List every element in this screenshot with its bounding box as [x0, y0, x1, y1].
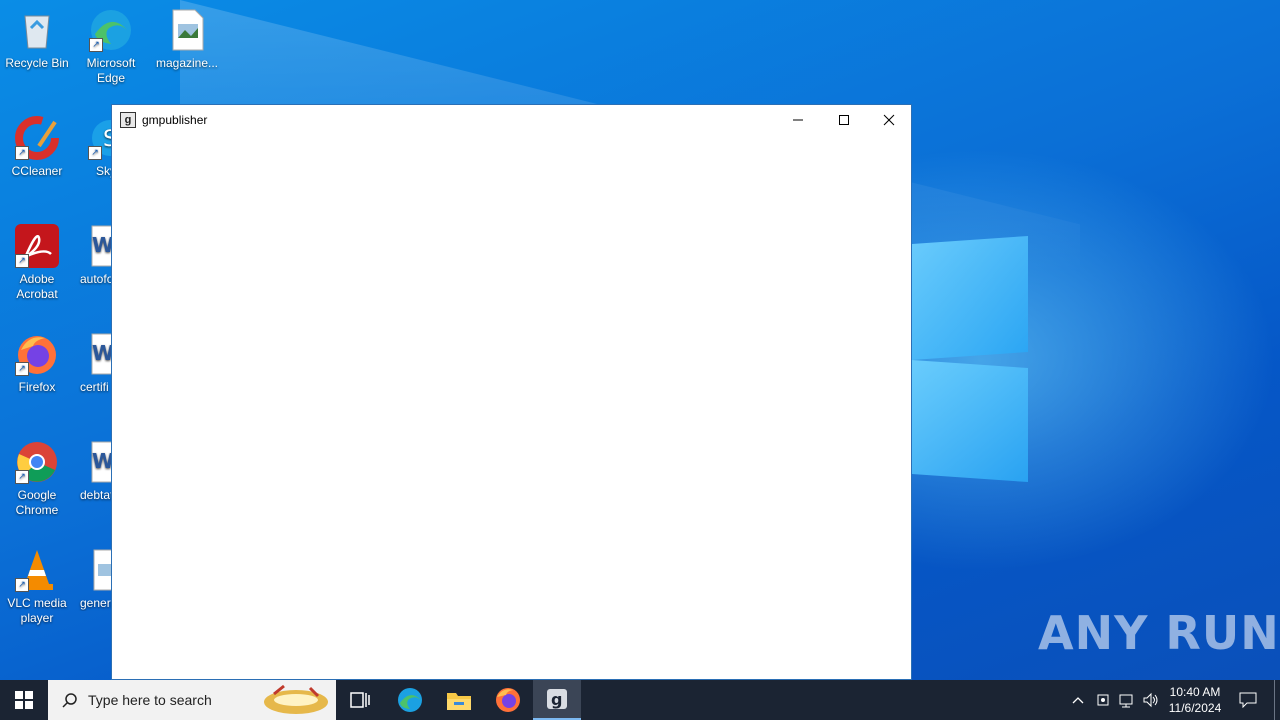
image-file-icon [88, 548, 112, 592]
tray-device-icon [1097, 694, 1109, 706]
show-desktop-button[interactable] [1274, 680, 1275, 720]
desktop-icon-label: Google Chrome [15, 488, 59, 517]
desktop-icon-google-chrome[interactable]: ↗ Google Chrome [0, 440, 74, 518]
minimize-button[interactable] [775, 105, 821, 135]
taskbar-clock[interactable]: 10:40 AM 11/6/2024 [1160, 684, 1230, 716]
notification-icon [1239, 692, 1257, 708]
desktop-icon-label: magazine... [155, 56, 219, 70]
gmpublisher-icon: g [547, 689, 567, 709]
word-doc-icon: W [88, 440, 112, 484]
firefox-icon [496, 688, 520, 712]
image-file-icon [165, 8, 209, 52]
desktop-icon-label: CCleaner [11, 164, 63, 178]
skype-icon: S ↗ [88, 116, 112, 160]
desktop-icon-label: Sky [96, 164, 112, 178]
ccleaner-icon: ↗ [15, 116, 59, 160]
desktop-icon-ccleaner[interactable]: ↗ CCleaner [0, 116, 74, 179]
tray-app-icon[interactable] [1092, 680, 1114, 720]
edge-icon [398, 688, 422, 712]
minimize-icon [793, 119, 803, 121]
vlc-icon: ↗ [15, 548, 59, 592]
edge-icon: ↗ [89, 8, 133, 52]
search-placeholder: Type here to search [88, 692, 212, 708]
task-view-icon [350, 692, 370, 708]
close-button[interactable] [866, 105, 912, 135]
chevron-up-icon [1072, 697, 1084, 704]
desktop-icon-label: Firefox [18, 380, 56, 394]
desktop-icon-label: genera [80, 596, 112, 610]
volume-icon [1143, 692, 1158, 708]
desktop-icon-label: Microsoft Edge [86, 56, 136, 85]
action-center-button[interactable] [1232, 680, 1264, 720]
clock-date: 11/6/2024 [1168, 701, 1222, 715]
tray-show-hidden[interactable] [1068, 680, 1088, 720]
desktop-icon-firefox[interactable]: ↗ Firefox [0, 332, 74, 395]
anyrun-watermark: ANY RUN [1038, 606, 1280, 660]
desktop-icon-vlc[interactable]: ↗ VLC media player [0, 548, 74, 626]
desktop-icon-label: Recycle Bin [5, 56, 69, 70]
desktop-icon-genera[interactable]: genera [74, 548, 112, 611]
firefox-icon: ↗ [15, 332, 59, 376]
gmpublisher-window[interactable]: g gmpublisher [111, 104, 912, 680]
taskbar-file-explorer[interactable] [435, 680, 483, 720]
svg-text:W: W [92, 449, 112, 473]
desktop-icon-certifi[interactable]: W certifi [74, 332, 112, 395]
tray-network[interactable] [1116, 680, 1138, 720]
taskbar-gmpublisher[interactable]: g [533, 680, 581, 720]
maximize-button[interactable] [821, 105, 867, 135]
windows-start-icon [15, 691, 33, 709]
recycle-bin-icon [15, 8, 59, 52]
taskbar-edge[interactable] [386, 680, 434, 720]
file-explorer-icon [447, 693, 471, 710]
desktop-icon-skype[interactable]: S ↗ Sky [74, 116, 112, 179]
desktop-icon-magazine[interactable]: magazine... [150, 8, 224, 71]
desktop-icon-autofo[interactable]: W autofo [74, 224, 112, 287]
desktop-icon-label: autofo [80, 272, 112, 286]
taskbar-task-view[interactable] [336, 680, 384, 720]
desktop-icon-debtat[interactable]: W debtat [74, 440, 112, 503]
window-titlebar[interactable]: g gmpublisher [112, 105, 911, 135]
svg-text:W: W [92, 341, 112, 365]
network-icon [1119, 694, 1133, 708]
start-button[interactable] [0, 680, 48, 720]
desktop-icon-label: VLC media player [7, 596, 67, 625]
search-icon [62, 693, 77, 708]
clock-time: 10:40 AM [1169, 685, 1221, 699]
taskbar-firefox[interactable] [484, 680, 532, 720]
word-doc-icon: W [88, 224, 112, 268]
svg-text:g: g [551, 690, 562, 709]
chrome-icon: ↗ [15, 440, 59, 484]
acrobat-icon: ↗ [15, 224, 59, 268]
search-highlight-illustration [264, 684, 328, 714]
desktop-icon-adobe-acrobat[interactable]: ↗ Adobe Acrobat [0, 224, 74, 302]
desktop-icon-label: certifi [80, 380, 109, 394]
close-icon [883, 114, 895, 126]
desktop-icon-label: debtat [80, 488, 112, 502]
maximize-icon [839, 115, 849, 125]
gmpublisher-app-icon: g [120, 112, 136, 128]
taskbar: Type here to search g 10:40 AM 11/6/2024 [0, 680, 1280, 720]
word-doc-icon: W [88, 332, 112, 376]
desktop-icon-label: Adobe Acrobat [16, 272, 58, 301]
window-content-area[interactable] [112, 135, 911, 679]
desktop-icon-microsoft-edge[interactable]: ↗ Microsoft Edge [74, 8, 148, 86]
tray-volume[interactable] [1140, 680, 1162, 720]
window-title: gmpublisher [142, 113, 208, 127]
taskbar-search-box[interactable]: Type here to search [48, 680, 336, 720]
svg-text:W: W [92, 233, 112, 257]
desktop-icon-recycle-bin[interactable]: Recycle Bin [0, 8, 74, 71]
